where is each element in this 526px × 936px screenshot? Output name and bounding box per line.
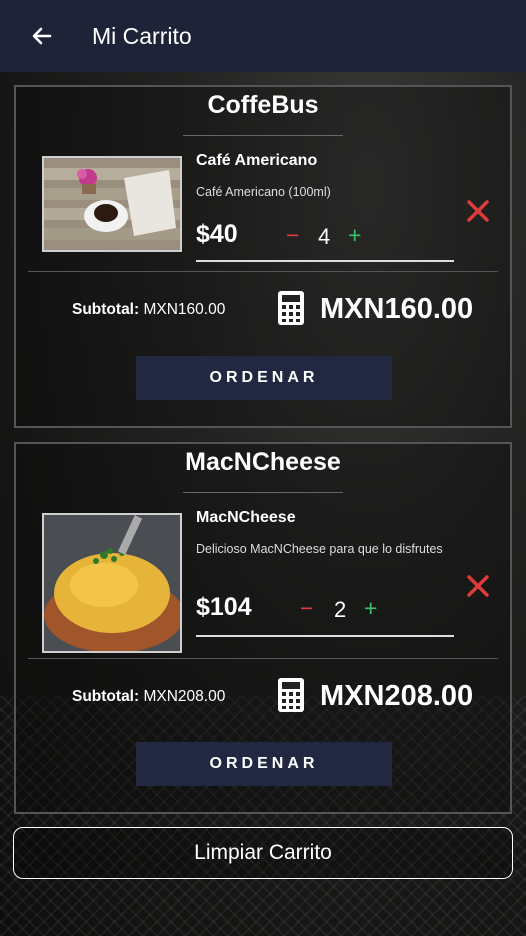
subtotal-label: Subtotal: [72, 301, 140, 318]
subtotal-value: MXN208.00 [143, 688, 226, 705]
calculator-icon [278, 678, 304, 712]
store-name: CoffeBus [207, 91, 319, 119]
item-price: $104 [196, 593, 252, 621]
app-bar: Mi Carrito [0, 0, 526, 72]
product-image [42, 156, 182, 252]
quantity-value: 2 [334, 597, 347, 622]
separator [28, 658, 498, 659]
arrow-left-icon [32, 27, 52, 45]
item-description: Delicioso MacNCheese para que lo disfrut… [196, 542, 443, 556]
close-icon [467, 575, 489, 597]
item-underline [196, 635, 454, 637]
product-image [42, 513, 182, 653]
cart-item: MacNCheese Delicioso MacNCheese para que… [16, 505, 510, 663]
divider [183, 492, 343, 493]
total-amount: MXN160.00 [320, 293, 474, 325]
item-price: $40 [196, 220, 238, 248]
increase-quantity-button[interactable]: + [348, 222, 361, 249]
calculator-icon [278, 291, 304, 325]
close-icon [467, 200, 489, 222]
item-description: Café Americano (100ml) [196, 185, 331, 199]
separator [28, 271, 498, 272]
divider [183, 135, 343, 136]
order-button[interactable]: ORDENAR [136, 742, 392, 786]
page-title: Mi Carrito [92, 22, 192, 49]
subtotal-label: Subtotal: [72, 688, 140, 705]
store-name: MacNCheese [185, 448, 341, 476]
item-name: Café Americano [196, 152, 318, 169]
total-amount: MXN208.00 [320, 680, 474, 712]
back-button[interactable] [22, 16, 62, 56]
remove-item-button[interactable] [463, 196, 493, 226]
subtotal-value: MXN160.00 [143, 301, 226, 318]
item-name: MacNCheese [196, 509, 296, 526]
cart-card-macncheese: MacNCheese MacNCheese Delicioso MacNChee… [14, 442, 512, 814]
order-button[interactable]: ORDENAR [136, 356, 392, 400]
remove-item-button[interactable] [463, 571, 493, 601]
cart-item: Café Americano Café Americano (100ml) $4… [16, 148, 510, 272]
subtotal: Subtotal: MXN208.00 [72, 688, 225, 706]
decrease-quantity-button[interactable]: − [286, 222, 299, 249]
cart-card-coffebus: CoffeBus Café Americano Café Americano (… [14, 85, 512, 428]
quantity-value: 4 [318, 224, 331, 249]
item-underline [196, 260, 454, 262]
clear-cart-button[interactable]: Limpiar Carrito [13, 827, 513, 879]
increase-quantity-button[interactable]: + [364, 595, 377, 622]
subtotal: Subtotal: MXN160.00 [72, 301, 225, 319]
decrease-quantity-button[interactable]: − [300, 595, 313, 622]
